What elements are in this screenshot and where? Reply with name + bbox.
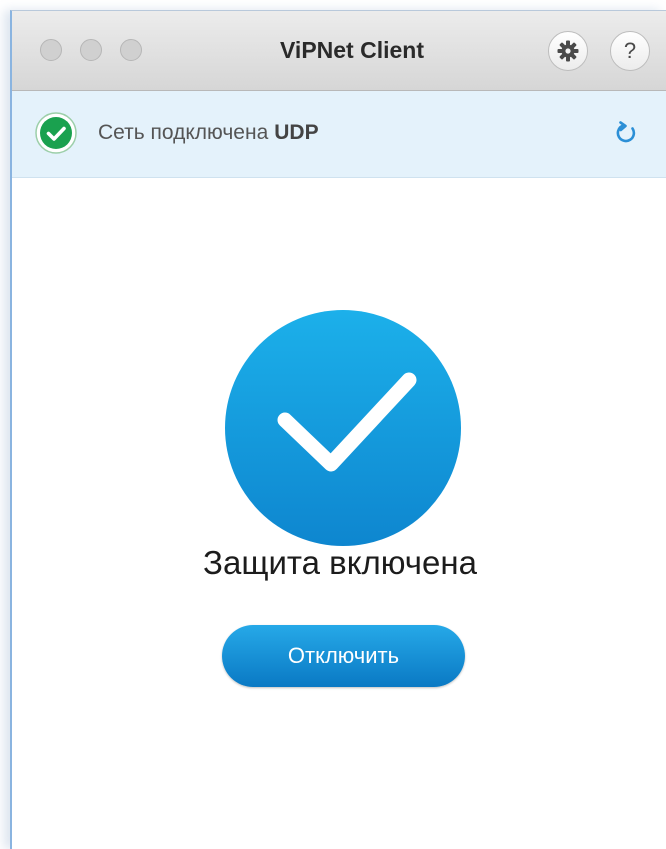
check-circle-icon	[35, 112, 77, 154]
connection-status-text: Сеть подключена UDP	[98, 118, 319, 148]
close-window-button[interactable]	[40, 39, 62, 61]
help-button[interactable]: ?	[610, 31, 650, 71]
help-icon: ?	[623, 38, 637, 63]
refresh-icon[interactable]	[612, 119, 640, 147]
window-title: ViPNet Client	[280, 37, 424, 63]
title-bar: ViPNet Client ?	[12, 11, 666, 91]
settings-button[interactable]	[548, 31, 588, 71]
zoom-window-button[interactable]	[120, 39, 142, 61]
connection-status-label: Сеть подключена	[98, 121, 269, 144]
connection-protocol: UDP	[274, 121, 319, 144]
connection-status-bar: Сеть подключена UDP	[12, 91, 666, 178]
checkmark-icon	[225, 310, 461, 546]
gear-icon	[557, 40, 579, 62]
disconnect-button[interactable]: Отключить	[222, 625, 465, 687]
minimize-window-button[interactable]	[80, 39, 102, 61]
app-window: ViPNet Client ? Сеть подключена UDP Защи…	[10, 10, 666, 849]
protection-status-label: Защита включена	[203, 544, 477, 581]
